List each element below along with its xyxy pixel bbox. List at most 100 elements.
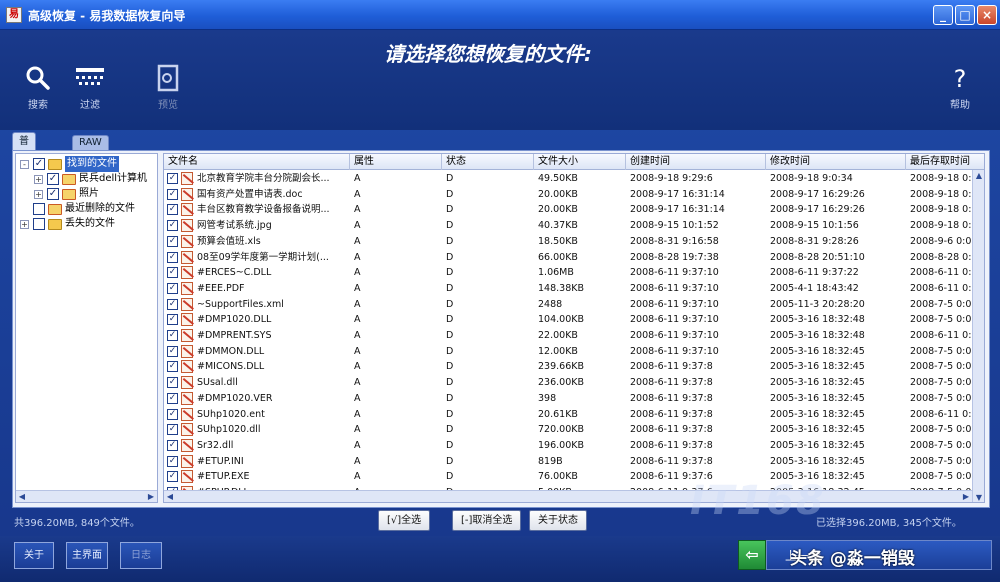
search-tool[interactable]: 搜索 — [16, 64, 60, 111]
row-checkbox[interactable]: ✓ — [167, 439, 178, 451]
expand-toggle[interactable]: + — [20, 220, 29, 229]
table-row[interactable]: ✓ #DMMON.DLL A D 12.00KB 2008-6-11 9:37:10 200… — [164, 344, 984, 360]
row-checkbox[interactable]: ✓ — [167, 282, 178, 294]
table-row[interactable]: ✓ 国有资产处置申请表.doc A D 20.00KB 2008-9-17 16:31:1… — [164, 187, 984, 203]
filter-tool[interactable]: 过滤 — [68, 64, 112, 111]
row-checkbox[interactable]: ✓ — [167, 298, 178, 310]
table-row[interactable]: ✓ 丰台区教育教学设备报备说明... A D 20.00KB 2008-9-17 16:3… — [164, 202, 984, 218]
row-checkbox[interactable]: ✓ — [167, 314, 178, 326]
deselect-all-button[interactable]: [-]取消全选 — [452, 510, 522, 531]
tree-item-lost-files[interactable]: + 丢失的文件 — [16, 216, 156, 232]
table-row[interactable]: ✓ ~SupportFiles.xml A D 2488 2008-6-11 9:37:1… — [164, 297, 984, 313]
table-row[interactable]: ✓ Sr32.dll A D 196.00KB 2008-6-11 9:37:8 2005-… — [164, 438, 984, 454]
tree-checkbox[interactable]: ✓ — [47, 173, 59, 185]
help-tool[interactable]: ? 帮助 — [938, 64, 982, 111]
row-checkbox[interactable]: ✓ — [167, 188, 178, 200]
table-row[interactable]: ✓ #ETUP.EXE A D 76.00KB 2008-6-11 9:37:6 2005-… — [164, 469, 984, 485]
maximize-button[interactable]: □ — [955, 5, 975, 25]
row-checkbox[interactable]: ✓ — [167, 408, 178, 420]
row-checkbox[interactable]: ✓ — [167, 377, 178, 389]
row-checkbox[interactable]: ✓ — [167, 424, 178, 436]
back-arrow-icon[interactable]: ⇦ — [738, 540, 766, 570]
table-row[interactable]: ✓ #DMP1020.VER A D 398 2008-6-11 9:37:8 2005-3… — [164, 391, 984, 407]
column-header-state[interactable]: 状态 — [442, 154, 534, 170]
tree-horizontal-scrollbar[interactable]: ◀ ▶ — [16, 490, 157, 502]
table-row[interactable]: ✓ SUsal.dll A D 236.00KB 2008-6-11 9:37:8 2005… — [164, 375, 984, 391]
row-checkbox[interactable]: ✓ — [167, 471, 178, 483]
column-header-size[interactable]: 文件大小 — [534, 154, 626, 170]
tab-normal-files[interactable]: 普通文件 — [12, 132, 36, 198]
about-status-button[interactable]: 关于状态 — [529, 510, 587, 531]
file-accessed-cell: 2008-9-18 0:0 — [910, 220, 978, 232]
expand-toggle[interactable]: + — [34, 190, 43, 199]
scroll-right-icon[interactable]: ▶ — [145, 491, 157, 502]
row-checkbox[interactable]: ✓ — [167, 220, 178, 232]
table-row[interactable]: ✓ SUhp1020.dll A D 720.00KB 2008-6-11 9:37:8 2… — [164, 422, 984, 438]
header: 请选择您想恢复的文件: 搜索 过滤 预览 ? 帮助 — [0, 30, 1000, 130]
tree-item-photos[interactable]: + ✓ 照片 — [16, 186, 156, 202]
minimize-button[interactable]: _ — [933, 5, 953, 25]
row-checkbox[interactable]: ✓ — [167, 392, 178, 404]
tree-checkbox[interactable]: ✓ — [33, 158, 45, 170]
file-created-cell: 2008-6-11 9:37:8 — [630, 455, 713, 467]
scroll-down-icon[interactable]: ▼ — [973, 492, 984, 502]
file-modified-cell: 2005-3-16 18:32:45 — [770, 439, 865, 451]
column-header-attr[interactable]: 属性 — [350, 154, 442, 170]
tree-checkbox[interactable]: ✓ — [47, 188, 59, 200]
file-accessed-cell: 2008-7-5 0:0 — [910, 345, 972, 357]
row-checkbox[interactable]: ✓ — [167, 235, 178, 247]
table-row[interactable]: ✓ #MICONS.DLL A D 239.66KB 2008-6-11 9:37:8 20… — [164, 359, 984, 375]
row-checkbox[interactable]: ✓ — [167, 345, 178, 357]
scroll-left-icon[interactable]: ◀ — [16, 491, 28, 502]
expand-toggle[interactable]: + — [34, 175, 43, 184]
tree-item-found-files[interactable]: - ✓ 找到的文件 — [16, 156, 156, 172]
table-row[interactable]: ✓ 网管考试系统.jpg A D 40.37KB 2008-9-15 10:1:52 200… — [164, 218, 984, 234]
collapse-toggle[interactable]: - — [20, 160, 29, 169]
table-row[interactable]: ✓ #ETUP.INI A D 819B 2008-6-11 9:37:8 2005-3-1… — [164, 454, 984, 470]
scroll-left-icon[interactable]: ◀ — [164, 491, 176, 502]
file-modified-cell: 2008-9-15 10:1:56 — [770, 220, 859, 232]
row-checkbox[interactable]: ✓ — [167, 330, 178, 341]
table-row[interactable]: ✓ #DMP1020.DLL A D 104.00KB 2008-6-11 9:37:10… — [164, 312, 984, 328]
table-row[interactable]: ✓ #EEE.PDF A D 148.38KB 2008-6-11 9:37:10 2005… — [164, 281, 984, 297]
file-list-horizontal-scrollbar[interactable]: ◀ ▶ — [164, 490, 972, 502]
scroll-right-icon[interactable]: ▶ — [960, 491, 972, 502]
close-button[interactable]: × — [977, 5, 997, 25]
preview-tool[interactable]: 预览 — [146, 64, 190, 111]
file-state-cell: D — [446, 471, 454, 483]
column-header-name[interactable]: 文件名 — [164, 154, 350, 170]
table-row[interactable]: ✓ 北京教育学院丰台分院副会长... A D 49.50KB 2008-9-18 9:29… — [164, 171, 984, 187]
folder-tree: - ✓ 找到的文件 + ✓ 民兵dell计算机 + ✓ 照片 最近删除的文件 +… — [15, 153, 158, 503]
table-row[interactable]: ✓ 预算会值班.xls A D 18.50KB 2008-8-31 9:16:58 2008… — [164, 234, 984, 250]
file-state-cell: D — [446, 220, 454, 232]
tab-raw-files[interactable]: RAW文件 — [72, 135, 109, 162]
row-checkbox[interactable]: ✓ — [167, 455, 178, 467]
file-created-cell: 2008-6-11 9:37:8 — [630, 439, 713, 451]
table-row[interactable]: ✓ #DMPRENT.SYS A D 22.00KB 2008-6-11 9:37:10 2… — [164, 328, 984, 344]
table-row[interactable]: ✓ #ERCES~C.DLL A D 1.06MB 2008-6-11 9:37:10 20… — [164, 265, 984, 281]
log-button[interactable]: 日志 — [120, 542, 162, 569]
tree-checkbox[interactable] — [33, 218, 45, 230]
column-header-modified[interactable]: 修改时间 — [766, 154, 906, 170]
file-modified-cell: 2005-3-16 18:32:48 — [770, 314, 865, 326]
row-checkbox[interactable]: ✓ — [167, 267, 178, 279]
row-checkbox[interactable]: ✓ — [167, 173, 178, 184]
table-row[interactable]: ✓ 08至09学年度第一学期计划(... A D 66.00KB 2008-8-28 19… — [164, 250, 984, 266]
file-created-cell: 2008-6-11 9:37:8 — [630, 377, 713, 389]
main-screen-button[interactable]: 主界面 — [66, 542, 108, 569]
folder-icon — [62, 189, 76, 200]
folder-icon — [48, 219, 62, 230]
tree-checkbox[interactable] — [33, 203, 45, 215]
column-header-accessed[interactable]: 最后存取时间 — [906, 154, 984, 170]
row-checkbox[interactable]: ✓ — [167, 251, 178, 263]
about-button[interactable]: 关于 — [14, 542, 54, 569]
file-list-vertical-scrollbar[interactable]: ▲ ▼ — [972, 170, 984, 502]
scroll-up-icon[interactable]: ▲ — [973, 170, 984, 182]
column-header-created[interactable]: 创建时间 — [626, 154, 766, 170]
row-checkbox[interactable]: ✓ — [167, 361, 178, 373]
tree-item-recently-deleted[interactable]: 最近删除的文件 — [16, 201, 156, 217]
row-checkbox[interactable]: ✓ — [167, 204, 178, 216]
table-row[interactable]: ✓ SUhp1020.ent A D 20.61KB 2008-6-11 9:37:8 20… — [164, 407, 984, 423]
tree-item-dell[interactable]: + ✓ 民兵dell计算机 — [16, 171, 156, 187]
select-all-button[interactable]: [√]全选 — [378, 510, 431, 531]
